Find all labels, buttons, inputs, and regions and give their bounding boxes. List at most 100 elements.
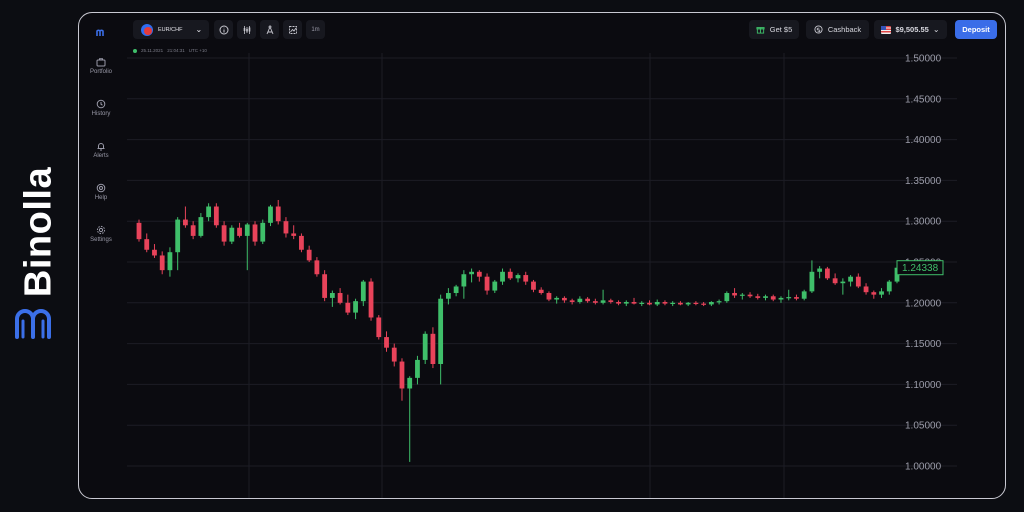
candle-body — [322, 274, 328, 298]
timeframe-button[interactable]: 1m — [306, 20, 325, 39]
candle-body — [445, 293, 451, 299]
candle-body — [337, 293, 343, 303]
candle-body — [384, 337, 389, 348]
indicators-button[interactable] — [283, 20, 302, 39]
candle-body — [314, 260, 320, 275]
chart-time: 21:04:31 — [167, 48, 185, 53]
chart-timezone: UTC +10 — [188, 48, 207, 53]
candle-body — [763, 296, 768, 298]
candle-body — [794, 297, 799, 299]
binolla-logo-icon — [15, 309, 51, 339]
candle-body — [577, 298, 583, 302]
sidebar-item-alerts[interactable]: Alerts — [79, 141, 123, 159]
candle-body — [252, 224, 258, 242]
history-icon — [96, 99, 106, 109]
candle-body — [678, 302, 683, 305]
get-bonus-label: Get $5 — [769, 25, 793, 34]
candle-body — [778, 297, 784, 300]
currency-flag-icon — [141, 23, 153, 36]
candle-body — [152, 249, 157, 256]
candle-body — [770, 296, 776, 300]
candle-body — [221, 225, 227, 242]
candle-body — [167, 252, 173, 271]
cashback-button[interactable]: Cashback — [806, 20, 869, 39]
candle-body — [747, 294, 753, 297]
candle-body — [616, 301, 621, 304]
candle-body — [461, 274, 467, 287]
candle-body — [755, 296, 761, 298]
top-toolbar: EUR/CHF ⌄ 1m Get $5 Cashback $9,505.55 ⌄ — [133, 20, 1005, 40]
candle-body — [407, 377, 413, 389]
candle-body — [175, 219, 181, 253]
candle-body — [329, 293, 335, 298]
candle-body — [183, 219, 188, 226]
bell-icon — [97, 143, 105, 151]
y-tick-label: 1.05000 — [905, 421, 942, 432]
candle-body — [391, 347, 397, 362]
candle-body — [306, 249, 312, 261]
candlestick-icon — [243, 25, 250, 34]
drawing-tools-button[interactable] — [260, 20, 279, 39]
sidebar-item-label: Help — [94, 195, 108, 201]
candle-body — [786, 297, 792, 299]
candle-body — [654, 301, 660, 305]
candle-body — [507, 271, 513, 279]
candle-body — [515, 275, 521, 279]
sidebar-item-label: Settings — [90, 237, 112, 243]
chart-type-button[interactable] — [237, 20, 256, 39]
gift-icon — [756, 27, 765, 34]
candle-body — [268, 206, 273, 223]
candle-body — [399, 361, 405, 389]
candle-body — [708, 301, 714, 305]
candle-body — [732, 293, 737, 296]
candle-body — [801, 291, 807, 299]
candle-body — [415, 359, 420, 378]
sidebar-item-help[interactable]: Help — [79, 183, 123, 201]
indicators-icon — [288, 25, 297, 34]
candle-body — [299, 235, 304, 250]
candle-body — [871, 292, 877, 295]
sidebar: Portfolio History Alerts Help Settings — [79, 13, 123, 498]
y-tick-label: 1.40000 — [905, 135, 942, 146]
candle-body — [244, 224, 250, 236]
sidebar-item-settings[interactable]: Settings — [79, 225, 123, 243]
candle-body — [523, 275, 529, 282]
us-flag-icon — [881, 25, 892, 34]
get-bonus-button[interactable]: Get $5 — [749, 20, 799, 39]
candle-body — [500, 271, 505, 282]
candle-body — [685, 302, 691, 305]
y-tick-label: 1.50000 — [905, 54, 942, 65]
candle-body — [206, 206, 212, 218]
candle-body — [492, 281, 498, 291]
app-logo-icon[interactable] — [95, 27, 105, 37]
brand-wordmark: Binolla — [17, 166, 60, 298]
candle-body — [531, 281, 536, 290]
candle-body — [283, 221, 289, 234]
deposit-button[interactable]: Deposit — [955, 20, 997, 39]
asset-pair-label: EUR/CHF — [158, 26, 183, 33]
asset-selector[interactable]: EUR/CHF ⌄ — [133, 20, 209, 39]
briefcase-icon — [96, 58, 106, 67]
candle-body — [353, 301, 358, 313]
chart-date: 25.11.2021 — [141, 48, 164, 53]
candle-body — [213, 206, 219, 226]
candle-body — [848, 276, 853, 282]
chevron-down-icon: ⌄ — [932, 25, 940, 34]
candle-body — [229, 227, 235, 242]
candle-body — [144, 239, 150, 250]
candle-body — [647, 302, 652, 305]
asset-info-button[interactable] — [214, 20, 233, 39]
candle-body — [662, 301, 668, 304]
candle-body — [879, 291, 884, 295]
price-chart[interactable]: 1.500001.450001.400001.350001.300001.250… — [79, 13, 1005, 498]
candle-body — [886, 281, 892, 292]
candle-body — [430, 333, 436, 364]
cashback-icon — [814, 25, 823, 34]
gear-icon — [96, 225, 106, 235]
account-balance-selector[interactable]: $9,505.55 ⌄ — [874, 20, 947, 39]
sidebar-item-portfolio[interactable]: Portfolio — [79, 57, 123, 75]
candle-body — [670, 302, 676, 304]
y-tick-label: 1.35000 — [905, 176, 942, 187]
sidebar-item-history[interactable]: History — [79, 99, 123, 117]
candle-body — [585, 298, 591, 302]
